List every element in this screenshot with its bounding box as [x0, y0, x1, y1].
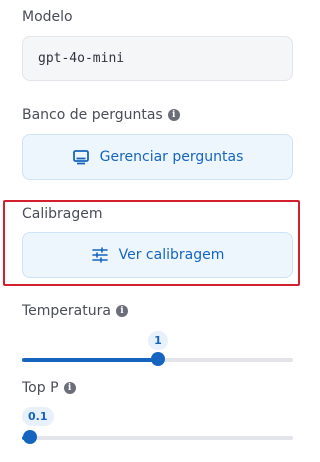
temperature-slider-thumb[interactable] [151, 352, 165, 366]
top-p-value-badge: 0.1 [22, 407, 54, 426]
temperature-slider-fill [22, 358, 158, 362]
info-icon[interactable]: i [167, 109, 180, 121]
model-field[interactable]: gpt-4o-mini [22, 36, 293, 81]
temperature-slider[interactable] [22, 352, 293, 366]
manage-questions-label: Gerenciar perguntas [99, 149, 244, 165]
model-value: gpt-4o-mini [38, 51, 125, 66]
sliders-icon [91, 246, 109, 264]
view-calibration-button[interactable]: Ver calibragem [22, 232, 293, 278]
settings-panel: Modelo gpt-4o-mini Banco de perguntas i … [0, 0, 320, 462]
info-icon[interactable]: i [115, 305, 128, 317]
monitor-icon [72, 148, 90, 166]
calibration-label: Calibragem [22, 206, 103, 222]
temperature-value-badge: 1 [148, 331, 168, 350]
top-p-slider[interactable] [22, 430, 293, 444]
view-calibration-label: Ver calibragem [118, 247, 225, 263]
info-icon[interactable]: i [63, 382, 76, 394]
top-p-slider-thumb[interactable] [23, 430, 37, 444]
model-label: Modelo [22, 9, 73, 25]
top-p-label: Top P i [22, 380, 76, 396]
temperature-label: Temperatura i [22, 303, 128, 319]
manage-questions-button[interactable]: Gerenciar perguntas [22, 134, 293, 180]
question-bank-label: Banco de perguntas i [22, 107, 180, 123]
